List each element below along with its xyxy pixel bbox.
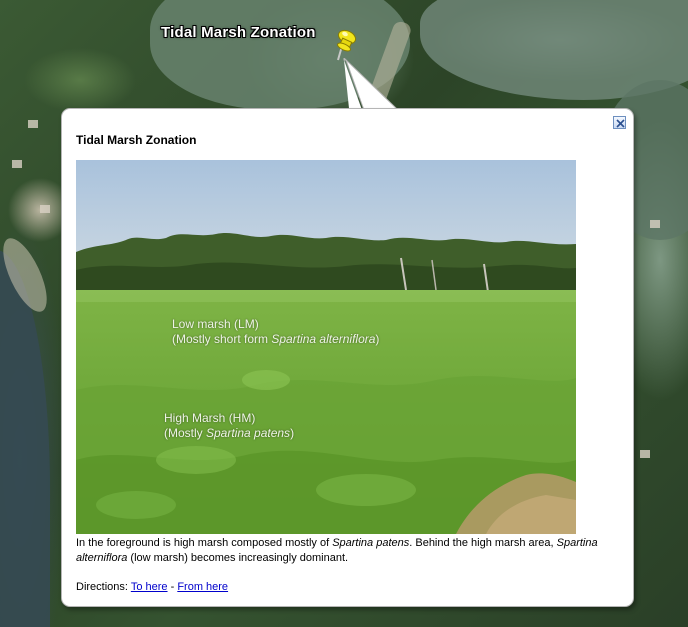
- from-here-link[interactable]: From here: [177, 581, 228, 593]
- high-marsh-label: High Marsh (HM) (Mostly Spartina patens): [164, 411, 295, 440]
- marsh-photo: Low marsh (LM) (Mostly short form Sparti…: [76, 160, 576, 534]
- directions: Directions: To here - From here: [76, 581, 228, 593]
- directions-label: Directions:: [76, 581, 131, 593]
- building: [40, 205, 50, 213]
- building: [28, 120, 38, 128]
- to-here-link[interactable]: To here: [131, 581, 168, 593]
- close-icon[interactable]: [613, 116, 626, 129]
- info-balloon: Tidal Marsh Zonation Low marsh (LM) (Mos…: [61, 108, 634, 607]
- building: [640, 450, 650, 458]
- yellow-pushpin-icon[interactable]: [333, 26, 361, 62]
- balloon-title: Tidal Marsh Zonation: [76, 133, 197, 147]
- placemark-label[interactable]: Tidal Marsh Zonation: [161, 24, 316, 41]
- directions-separator: -: [167, 581, 178, 593]
- photo-caption: In the foreground is high marsh composed…: [76, 537, 598, 564]
- building: [650, 220, 660, 228]
- building: [12, 160, 22, 168]
- low-marsh-label: Low marsh (LM) (Mostly short form Sparti…: [172, 317, 380, 346]
